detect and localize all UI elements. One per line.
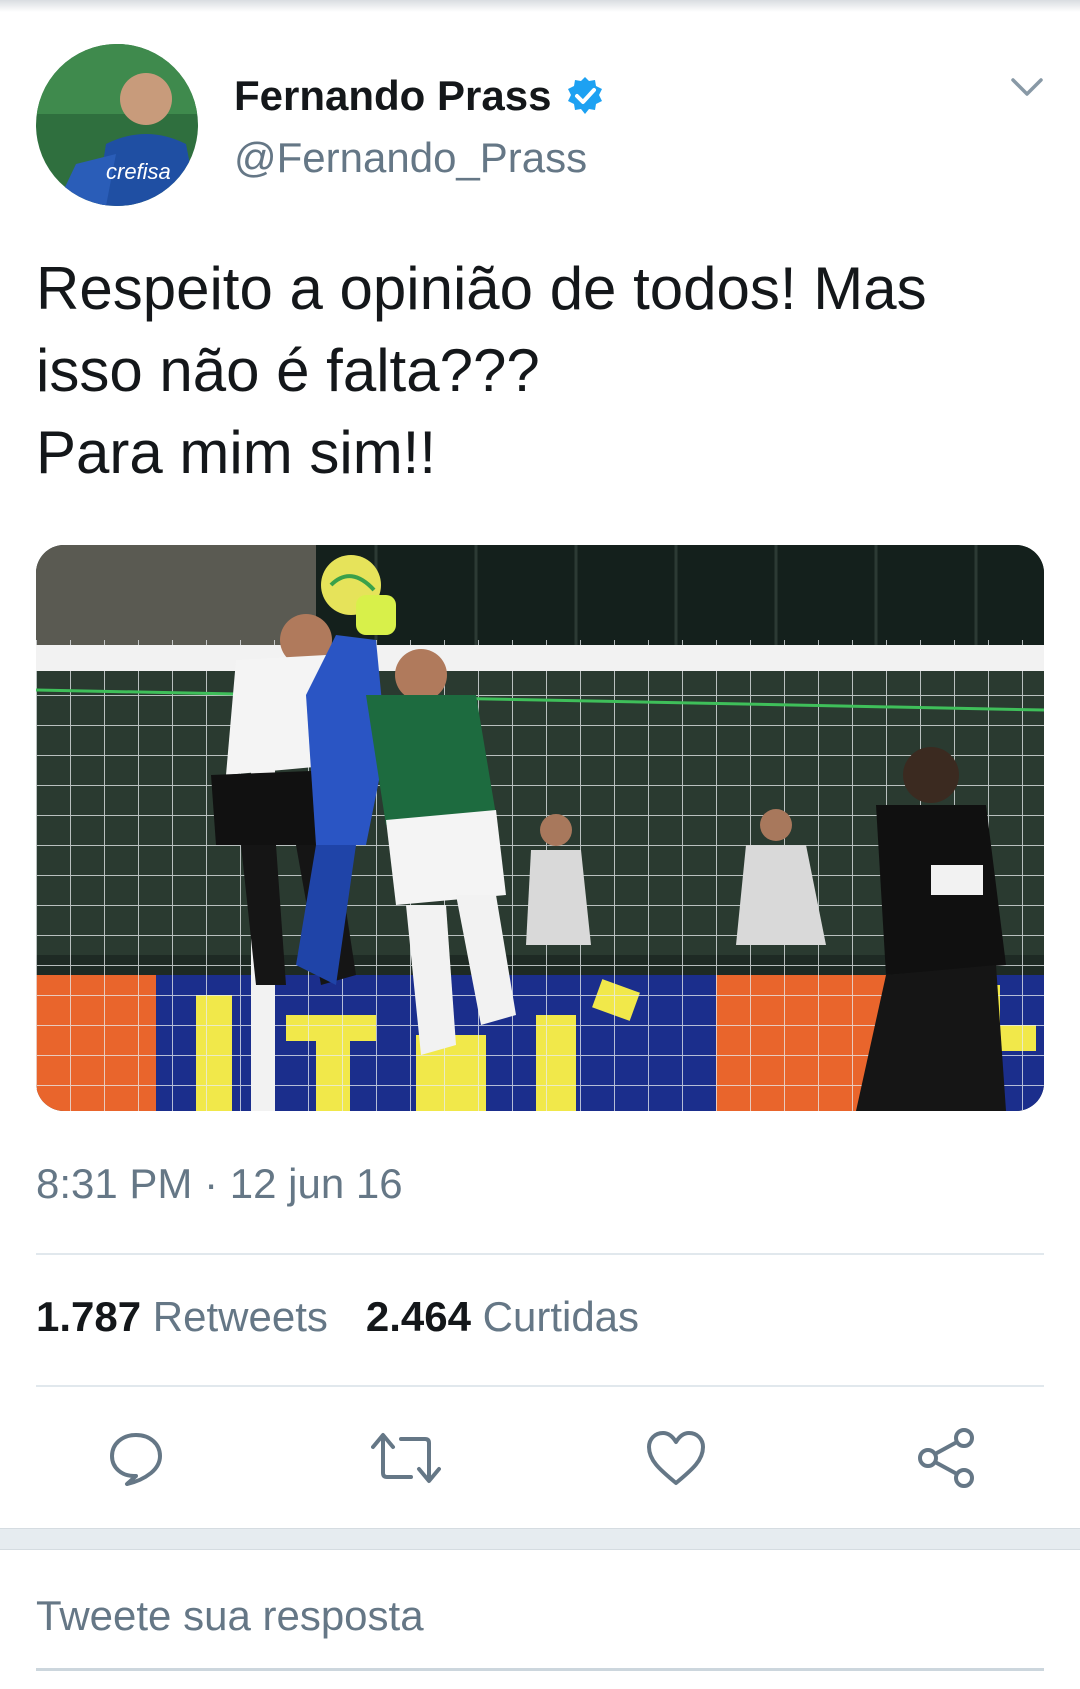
verified-badge-icon [565, 76, 605, 116]
tweet-media-photo[interactable] [36, 545, 1044, 1111]
likes-label: Curtidas [482, 1293, 640, 1340]
avatar[interactable]: crefisa [36, 44, 198, 206]
top-shadow [0, 0, 1080, 12]
like-button[interactable] [636, 1420, 716, 1500]
reply-icon [107, 1429, 165, 1492]
tweet-actions [36, 1420, 1044, 1500]
retweets-label: Retweets [152, 1293, 328, 1340]
svg-text:crefisa: crefisa [106, 159, 171, 184]
tweet-text-line: isso não é falta??? [36, 337, 540, 404]
section-separator [0, 1528, 1080, 1550]
author-name[interactable]: Fernando Prass [234, 72, 605, 120]
like-icon [645, 1429, 707, 1492]
likes-count: 2.464 [365, 1293, 471, 1340]
author-handle[interactable]: @Fernando_Prass [234, 134, 587, 182]
divider [36, 1385, 1044, 1387]
tweet-timestamp: 8:31 PM · 12 jun 16 [36, 1160, 403, 1207]
share-icon [915, 1427, 977, 1494]
reply-input-underline [36, 1668, 1044, 1671]
author-name-text[interactable]: Fernando Prass [234, 72, 551, 120]
retweets-count: 1.787 [36, 1293, 142, 1340]
likes-stat[interactable]: 2.464 Curtidas [366, 1293, 639, 1341]
chevron-down-icon[interactable] [1010, 76, 1044, 98]
retweet-icon [371, 1429, 441, 1492]
reply-input[interactable]: Tweete sua resposta [36, 1592, 424, 1640]
retweets-stat[interactable]: 1.787 Retweets [36, 1293, 328, 1341]
reply-button[interactable] [96, 1420, 176, 1500]
share-button[interactable] [906, 1420, 986, 1500]
tweet-text-line: Respeito a opinião de todos! Mas [36, 255, 927, 322]
tweet-text-line: Para mim sim!! [36, 419, 437, 486]
retweet-button[interactable] [366, 1420, 446, 1500]
divider [36, 1253, 1044, 1255]
tweet-text: Respeito a opinião de todos! Mas isso nã… [36, 248, 1046, 494]
engagement-stats: 1.787 Retweets 2.464 Curtidas [36, 1293, 639, 1341]
